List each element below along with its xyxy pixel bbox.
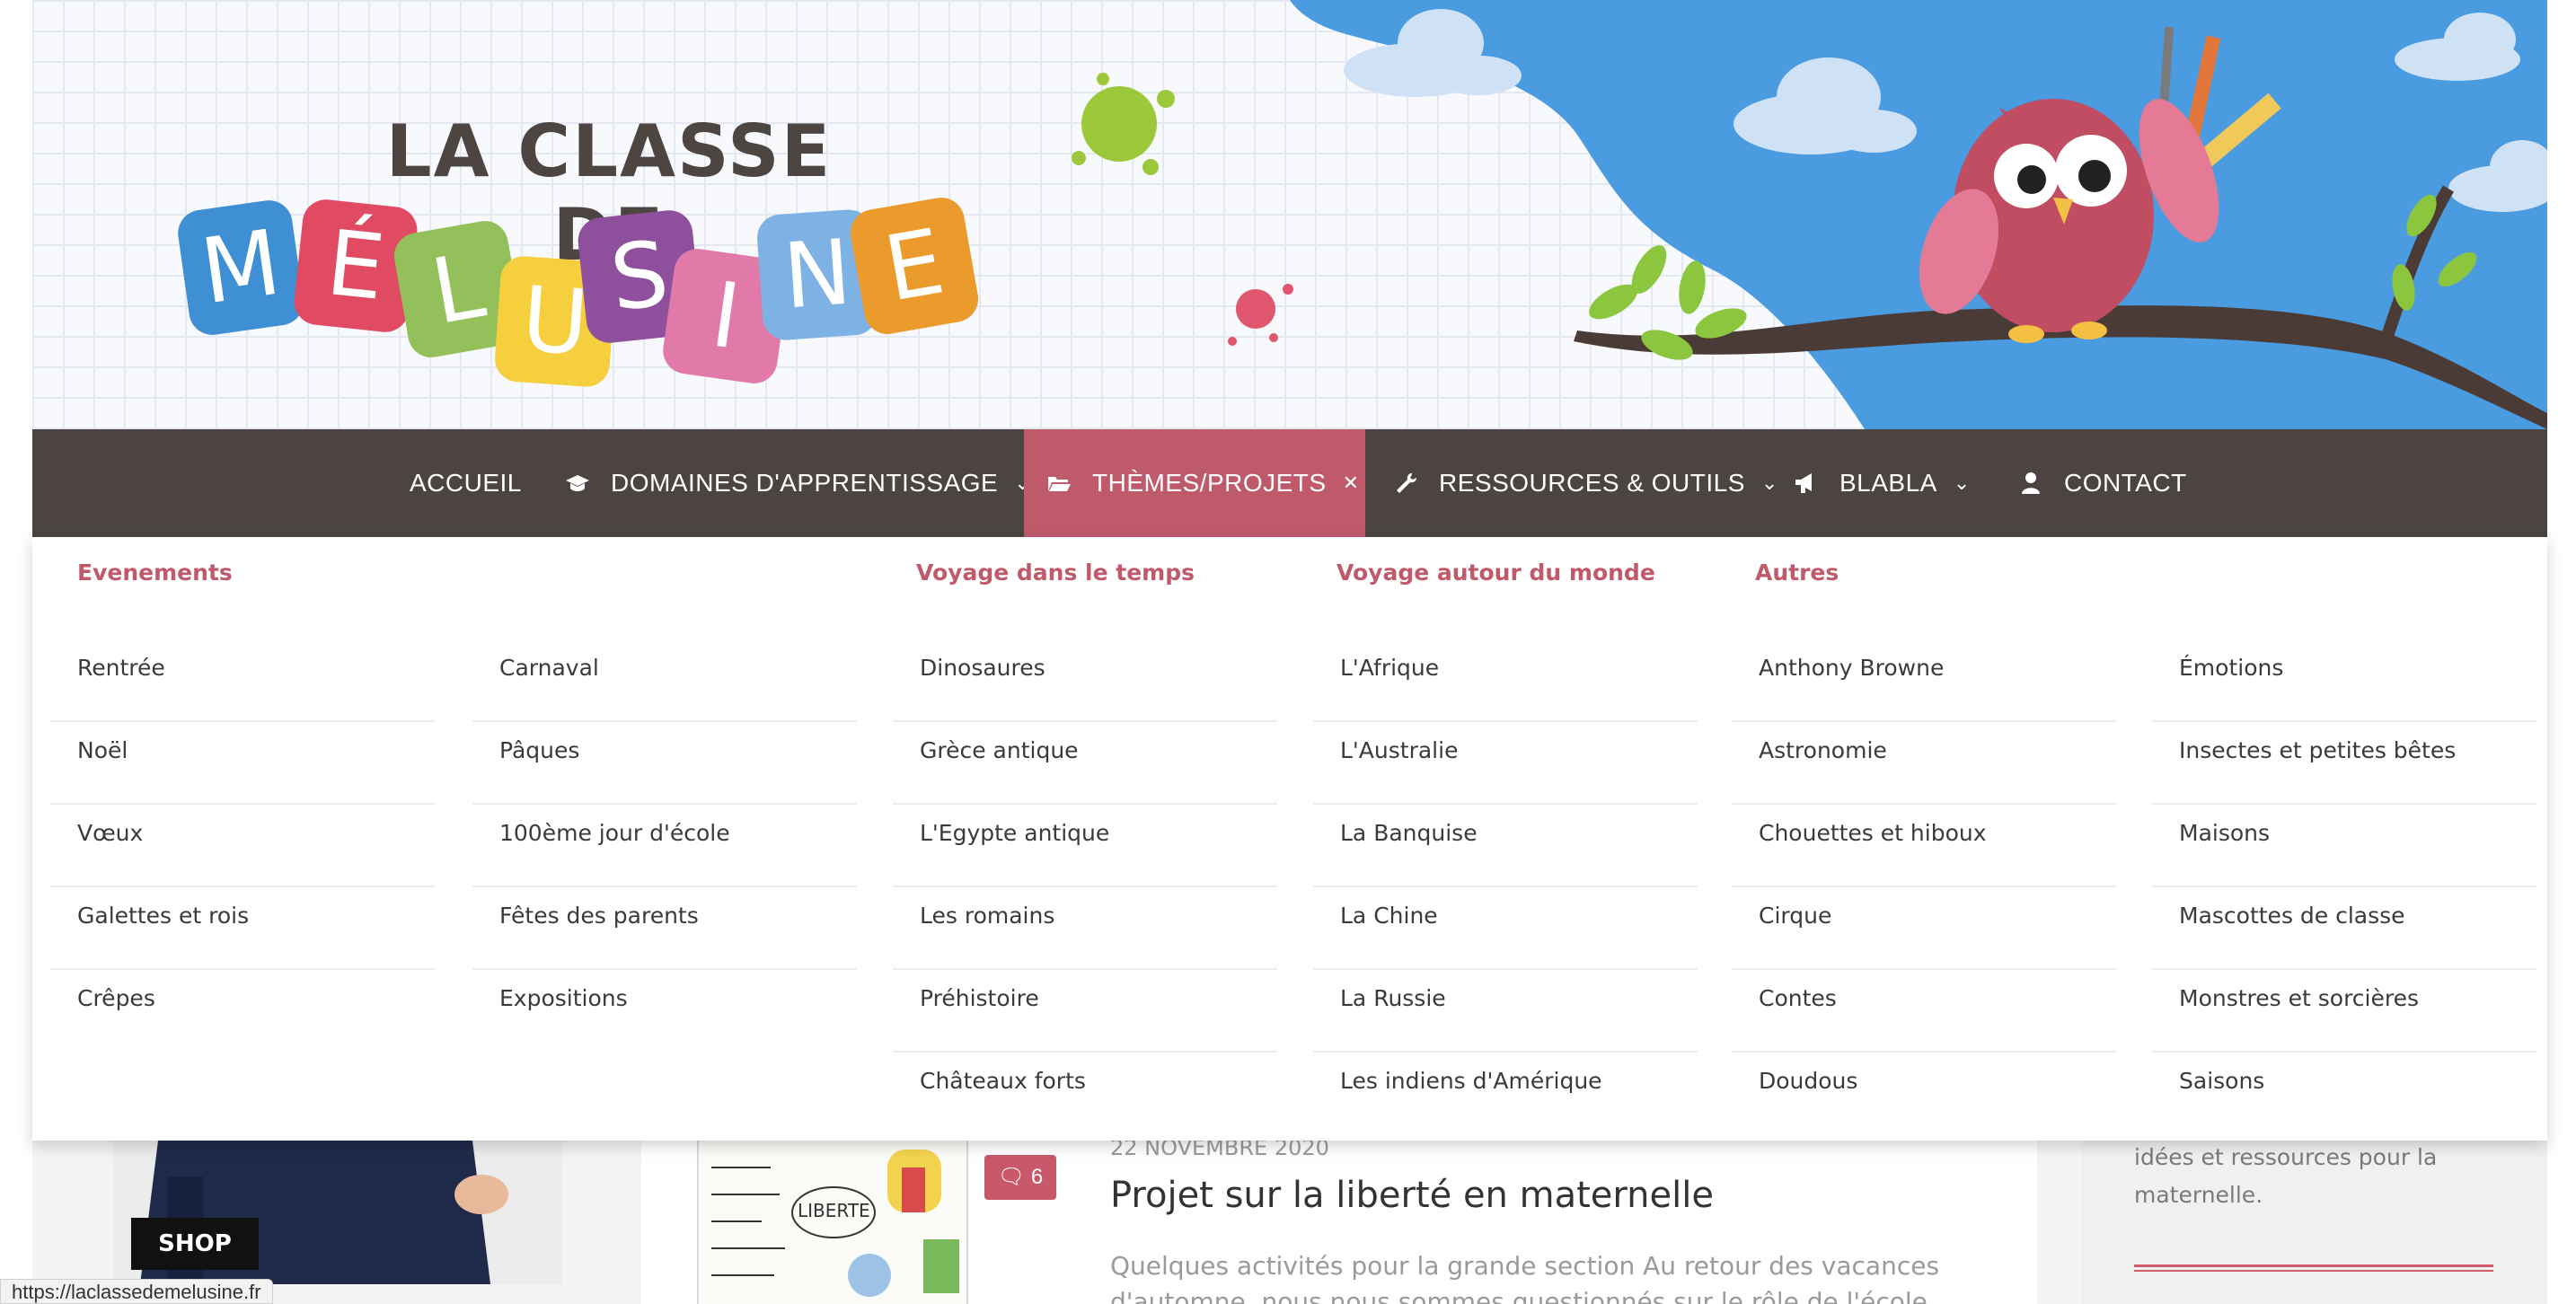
logo-letter-tile: E [846, 193, 983, 339]
nav-item-themes-projets[interactable]: THÈMES/PROJETS ✕ [1024, 429, 1365, 537]
category-heading-voyage-temps[interactable]: Voyage dans le temps [916, 559, 1195, 586]
menu-item[interactable]: Crêpes [50, 970, 435, 1053]
chevron-down-icon: ⌄ [1953, 471, 1971, 494]
menu-item[interactable]: Préhistoire [893, 970, 1277, 1053]
chevron-down-icon: ⌄ [1760, 471, 1778, 494]
menu-item[interactable]: L'Egypte antique [893, 805, 1277, 887]
menu-item[interactable]: Grèce antique [893, 722, 1277, 805]
menu-item[interactable]: Vœux [50, 805, 435, 887]
menu-column: Émotions Insectes et petites bêtes Maisons… [2152, 639, 2536, 1135]
megaphone-icon [1793, 470, 1820, 497]
menu-item[interactable]: La Banquise [1313, 805, 1698, 887]
thumbnail-caption: LIBERTE [798, 1200, 870, 1221]
comment-icon: 🗨 [997, 1165, 1026, 1189]
menu-item[interactable]: Doudous [1732, 1053, 2116, 1135]
nav-item-ressources-outils[interactable]: RESSOURCES & OUTILS ⌄ [1392, 429, 1778, 537]
post-thumbnail[interactable]: LIBERTE [697, 1141, 968, 1304]
menu-column: L'Afrique L'Australie La Banquise La Chine L… [1313, 639, 1698, 1135]
category-heading-autres[interactable]: Autres [1755, 559, 1839, 586]
menu-item[interactable]: Mascottes de classe [2152, 887, 2536, 970]
header-banner: LA CLASSE DE MÉLUSINE [32, 0, 2547, 429]
menu-item[interactable]: Contes [1732, 970, 2116, 1053]
menu-item[interactable]: Dinosaures [893, 639, 1277, 722]
menu-item[interactable]: Saisons [2152, 1053, 2536, 1135]
nav-item-contact[interactable]: CONTACT [2017, 429, 2187, 537]
menu-column: Carnaval Pâques 100ème jour d'école Fêtes d… [472, 639, 857, 1053]
menu-item[interactable]: Galettes et rois [50, 887, 435, 970]
menu-item[interactable]: L'Afrique [1313, 639, 1698, 722]
menu-item[interactable]: Chouettes et hiboux [1732, 805, 2116, 887]
nav-label: ACCUEIL [410, 469, 522, 497]
paint-splat-icon [1072, 73, 1175, 175]
menu-item[interactable]: Cirque [1732, 887, 2116, 970]
menu-item[interactable]: Insectes et petites bêtes [2152, 722, 2536, 805]
main-navigation: ACCUEIL DOMAINES D'APPRENTISSAGE ⌄ THÈME… [32, 429, 2547, 537]
close-icon: ✕ [1342, 471, 1360, 494]
graduation-cap-icon [564, 470, 591, 497]
menu-item[interactable]: Pâques [472, 722, 857, 805]
menu-column: Dinosaures Grèce antique L'Egypte antique L… [893, 639, 1277, 1135]
shop-now-button[interactable]: SHOP NOW [131, 1218, 259, 1304]
menu-column: Anthony Browne Astronomie Chouettes et hib… [1732, 639, 2116, 1135]
nav-item-blabla[interactable]: BLABLA ⌄ [1793, 429, 1971, 537]
menu-item[interactable]: Anthony Browne [1732, 639, 2116, 722]
menu-item[interactable]: Carnaval [472, 639, 857, 722]
comment-count-badge[interactable]: 🗨 6 [984, 1155, 1056, 1200]
menu-item[interactable]: Expositions [472, 970, 857, 1053]
nav-label: RESSOURCES & OUTILS [1439, 469, 1745, 497]
menu-item[interactable]: Les romains [893, 887, 1277, 970]
themes-mega-menu: Evenements Voyage dans le temps Voyage a… [32, 537, 2547, 1141]
menu-item[interactable]: Noël [50, 722, 435, 805]
menu-item[interactable]: Châteaux forts [893, 1053, 1277, 1135]
nav-label: DOMAINES D'APPRENTISSAGE [611, 469, 999, 497]
nav-label: BLABLA [1839, 469, 1937, 497]
nav-item-domaines[interactable]: DOMAINES D'APPRENTISSAGE ⌄ [564, 429, 1031, 537]
comment-count: 6 [1030, 1165, 1044, 1189]
wrench-icon [1392, 470, 1419, 497]
menu-item[interactable]: La Chine [1313, 887, 1698, 970]
sidebar-text: idées et ressources pour la maternelle. [2134, 1144, 2438, 1208]
divider [2134, 1264, 2493, 1272]
menu-item[interactable]: Les indiens d'Amérique [1313, 1053, 1698, 1135]
menu-item[interactable]: Émotions [2152, 639, 2536, 722]
menu-item[interactable]: Maisons [2152, 805, 2536, 887]
post-title[interactable]: Projet sur la liberté en maternelle [1110, 1175, 1714, 1216]
menu-item[interactable]: L'Australie [1313, 722, 1698, 805]
menu-column: Rentrée Noël Vœux Galettes et rois Crêpes [50, 639, 435, 1053]
menu-item[interactable]: Rentrée [50, 639, 435, 722]
menu-item[interactable]: Astronomie [1732, 722, 2116, 805]
logo-letter-tile: M [174, 197, 307, 339]
folder-open-icon [1045, 470, 1072, 497]
post-excerpt: Quelques activités pour la grande sectio… [1110, 1251, 1940, 1304]
nav-label: CONTACT [2064, 469, 2187, 497]
category-heading-voyage-monde[interactable]: Voyage autour du monde [1337, 559, 1655, 586]
page: LA CLASSE DE MÉLUSINE ACCUEIL DOMAINES D… [0, 0, 2576, 1304]
menu-item[interactable]: Monstres et sorcières [2152, 970, 2536, 1053]
menu-item[interactable]: 100ème jour d'école [472, 805, 857, 887]
menu-item[interactable]: Fêtes des parents [472, 887, 857, 970]
menu-item[interactable]: La Russie [1313, 970, 1698, 1053]
category-heading-evenements[interactable]: Evenements [77, 559, 233, 586]
nav-label: THÈMES/PROJETS [1092, 469, 1327, 497]
nav-item-accueil[interactable]: ACCUEIL [410, 429, 522, 537]
status-bar-url: https://laclassedemelusine.fr [0, 1279, 273, 1304]
user-icon [2017, 470, 2044, 497]
paint-splat-icon [1228, 284, 1293, 346]
